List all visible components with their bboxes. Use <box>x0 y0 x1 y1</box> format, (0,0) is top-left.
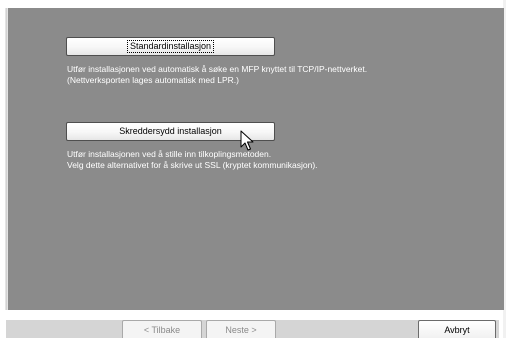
next-button[interactable]: Neste > <box>206 320 276 338</box>
custom-description-line-2: Velg dette alternativet for å skrive ut … <box>67 159 318 170</box>
custom-installation-button[interactable]: Skreddersydd installasjon <box>66 122 275 141</box>
standard-installation-label: Standardinstallasjon <box>126 40 215 53</box>
custom-installation-description: Utfør installasjonen ved å stille inn ti… <box>67 149 318 170</box>
standard-description-line-2: (Nettverksporten lages automatisk med LP… <box>67 74 239 85</box>
standard-description-line-1: Utfør installasjonen ved automatisk å sø… <box>67 64 368 74</box>
custom-description-line-1: Utfør installasjonen ved å stille inn ti… <box>67 149 272 159</box>
left-edge-strip <box>0 8 8 310</box>
cancel-button[interactable]: Avbryt <box>418 320 496 338</box>
cancel-button-label: Avbryt <box>444 324 470 335</box>
back-button-label: < Tilbake <box>143 324 181 335</box>
custom-installation-label: Skreddersydd installasjon <box>119 126 222 136</box>
next-button-label: Neste > <box>225 324 257 335</box>
standard-installation-description: Utfør installasjonen ved automatisk å sø… <box>67 64 367 85</box>
back-button[interactable]: < Tilbake <box>122 320 202 338</box>
standard-installation-button[interactable]: Standardinstallasjon <box>66 37 275 56</box>
